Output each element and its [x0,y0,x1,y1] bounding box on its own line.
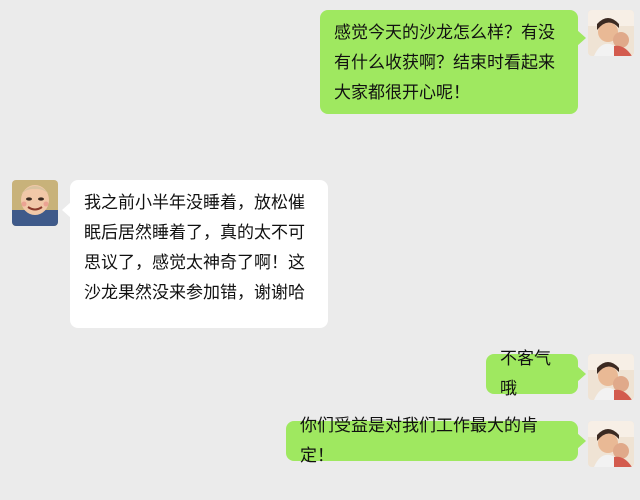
message-text: 感觉今天的沙龙怎么样？有没有什么收获啊？结束时看起来大家都很开心呢！ [334,23,555,103]
child-photo-avatar-icon [588,354,634,400]
self-avatar[interactable] [588,421,634,467]
message-bubble-sent[interactable]: 不客气哦 [486,349,586,399]
child-photo-avatar-icon [588,421,634,467]
message-text: 你们受益是对我们工作最大的肯定！ [300,416,538,466]
message-bubble-received[interactable]: 我之前小半年没睡着，放松催眠后居然睡着了，真的太不可思议了，感觉太神奇了啊！这沙… [62,180,328,328]
contact-avatar[interactable] [12,180,58,226]
message-text: 我之前小半年没睡着，放松催眠后居然睡着了，真的太不可思议了，感觉太神奇了啊！这沙… [84,193,305,303]
message-bubble-sent[interactable]: 你们受益是对我们工作最大的肯定！ [286,416,586,466]
child-photo-avatar-icon [588,10,634,56]
message-text: 不客气哦 [500,349,551,399]
message-bubble-sent[interactable]: 感觉今天的沙龙怎么样？有没有什么收获啊？结束时看起来大家都很开心呢！ [320,10,586,114]
self-avatar[interactable] [588,354,634,400]
self-avatar[interactable] [588,10,634,56]
cartoon-avatar-icon [12,180,58,226]
